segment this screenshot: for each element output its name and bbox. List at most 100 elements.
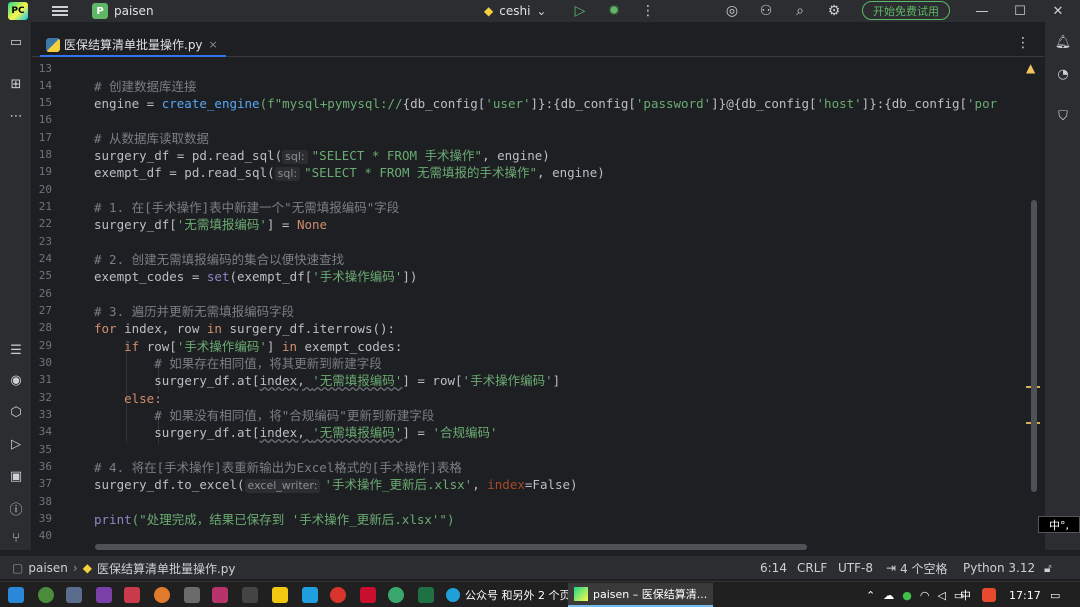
line-number: 33 [38,408,52,421]
wifi-icon[interactable]: ◠ [920,589,930,602]
vertical-scrollbar[interactable] [1031,200,1037,492]
app-icon[interactable] [302,587,318,603]
python-interpreter[interactable]: Python 3.12 [963,556,1035,580]
security-shield-icon[interactable]: ⛉ [1053,106,1073,126]
line-number: 15 [38,96,52,109]
code-line: engine = create_engine(f"mysql+pymysql:/… [94,96,998,111]
breadcrumb-project[interactable]: paisen [28,561,68,575]
settings-gear-icon[interactable]: ⚙ [824,0,844,22]
minimize-icon[interactable]: — [972,0,992,22]
breadcrumb-file[interactable]: 医保结算清单批量操作.py [97,560,236,577]
app-icon[interactable] [66,587,82,603]
run-config-selector[interactable]: ◆ ceshi ⌄ [484,0,546,22]
visual-studio-icon[interactable] [96,587,112,603]
folder-icon: ▢ [12,561,24,575]
taskbar-app-pycharm[interactable]: paisen – 医保结算清... [568,583,714,607]
app-icon[interactable] [242,587,258,603]
chevron-up-icon[interactable]: ⌃ [866,589,875,602]
line-number: 20 [38,183,52,196]
line-number: 35 [38,443,52,456]
code-line: surgery_df.at[index, '无需填报编码'] = row['手术… [154,373,561,388]
file-encoding[interactable]: UTF-8 [838,556,873,580]
line-number: 32 [38,391,52,404]
maximize-icon[interactable]: ☐ [1010,0,1030,22]
indent-setting[interactable]: ⇥ 4 个空格 [886,556,948,580]
right-tool-window-bar: 🔔︎ ◔ ⛉ [1044,22,1080,550]
clock[interactable]: 17:17 [1009,582,1041,607]
more-vertical-icon[interactable]: ⋮ [1016,35,1030,51]
more-vertical-icon[interactable]: ⋮ [638,0,658,22]
run-config-label: ceshi [499,4,531,18]
run-icon[interactable]: ▷ [6,434,26,454]
services-icon[interactable]: ⬡ [6,402,26,422]
edge-icon [446,588,460,602]
code-line: exempt_df = pd.read_sql(sql: "SELECT * FR… [94,165,605,181]
app-icon[interactable] [124,587,140,603]
code-comment: # 4. 将在[手术操作]表重新输出为Excel格式的[手术操作]表格 [94,460,462,475]
close-icon[interactable]: ✕ [1048,0,1068,22]
line-number: 27 [38,304,52,317]
run-icon[interactable]: ▷ [570,0,590,22]
project-folder-icon[interactable]: ▭ [6,32,26,52]
search-icon[interactable]: ⌕ [790,0,810,22]
chevron-right-icon: › [72,561,78,575]
app-icon[interactable] [184,587,200,603]
code-editor[interactable]: 13 14 15 16 17 18 19 20 21 22 23 24 25 2… [32,58,1044,550]
app-icon[interactable] [38,587,54,603]
pycharm-logo[interactable]: PC [8,2,28,20]
project-name[interactable]: paisen [114,0,154,22]
ime-tray-icon[interactable] [982,582,996,607]
line-number: 37 [38,477,52,490]
line-number: 28 [38,321,52,334]
taskbar-app-browser[interactable]: 公众号 和另外 2 个页... [440,583,587,607]
app-icon[interactable] [212,587,228,603]
volume-icon[interactable]: ◁ [937,589,945,602]
ai-assistant-icon[interactable]: ◎ [722,0,742,22]
structure-icon[interactable]: ⊞ [6,74,26,94]
pdf-icon[interactable] [360,587,376,603]
tray-app-icon[interactable]: ☁ [883,589,894,602]
input-language[interactable]: 中 [960,582,971,607]
line-separator[interactable]: CRLF [797,556,827,580]
param-hint: sql: [282,150,308,164]
start-free-trial-button[interactable]: 开始免费试用 [862,1,950,20]
caret-position[interactable]: 6:14 [760,556,787,580]
horizontal-scrollbar[interactable] [95,544,807,550]
python-packages-icon[interactable]: ◉ [6,370,26,390]
notification-center-icon[interactable]: ▭ [1050,582,1060,607]
lock-icon[interactable]: 🔓︎ [1044,556,1052,580]
warning-icon[interactable]: ▲ [1026,61,1035,75]
line-number: 21 [38,200,52,213]
line-number-gutter: 13 14 15 16 17 18 19 20 21 22 23 24 25 2… [32,58,88,550]
todo-list-icon[interactable]: ☰ [6,340,26,360]
excel-icon[interactable] [418,587,434,603]
notifications-bell-icon[interactable]: 🔔︎ [1053,32,1073,52]
line-number: 13 [38,62,52,75]
system-tray: ⌃ ☁ ● ◠ ◁ ▭ [866,582,964,607]
terminal-icon[interactable]: ▣ [6,466,26,486]
tab-file[interactable]: 医保结算清单批量操作.py × [40,33,226,57]
tray-app-icon[interactable]: ● [902,589,912,602]
code-comment: # 如果没有相同值，将"合规编码"更新到新建字段 [154,408,435,423]
line-number: 17 [38,131,52,144]
chrome-icon[interactable] [388,587,404,603]
debug-icon[interactable]: ✹ [604,0,624,22]
code-area[interactable]: # 创建数据库连接 engine = create_engine(f"mysql… [94,58,1044,550]
ai-chat-icon[interactable]: ◔ [1053,64,1073,84]
windows-start-icon[interactable] [8,587,24,603]
pycharm-icon [574,587,588,601]
app-icon[interactable] [272,587,288,603]
git-icon[interactable]: ⑂ [6,528,26,548]
problems-icon[interactable]: ⓘ [6,498,26,518]
param-hint: sql: [274,167,301,181]
ime-indicator[interactable]: 中°, [1038,516,1080,533]
close-tab-icon[interactable]: × [209,38,218,51]
app-icon[interactable] [154,587,170,603]
app-icon[interactable] [330,587,346,603]
hamburger-menu-icon[interactable] [52,0,70,22]
more-horizontal-icon[interactable]: ⋯ [6,106,26,126]
project-badge[interactable]: P [92,3,108,19]
breadcrumb[interactable]: ▢ paisen › ◆ 医保结算清单批量操作.py [12,556,235,580]
status-bar: ▢ paisen › ◆ 医保结算清单批量操作.py 6:14 CRLF UTF… [0,555,1080,579]
add-user-icon[interactable]: ⚇ [756,0,776,22]
